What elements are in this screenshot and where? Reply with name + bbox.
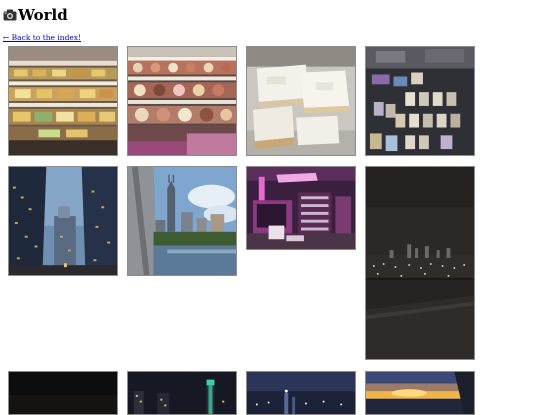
photo-night-window[interactable] [365,166,475,360]
sheet-cake-image [247,47,355,155]
photo-neon-room[interactable] [246,166,356,250]
card-game-image [366,47,474,155]
photo-card-game[interactable] [365,46,475,156]
photo-night-skyline[interactable] [127,371,237,415]
photo-sunset-window[interactable] [365,371,475,415]
skyline-image [128,167,236,275]
photo-nashville-skyline[interactable] [127,166,237,276]
skyscrapers-image [9,167,117,275]
photo-dark-sky[interactable] [8,371,118,415]
camera-icon [3,9,17,21]
night-bridge-image [247,372,355,414]
night-skyline-image [128,372,236,414]
night-window-image [366,167,474,359]
bakery-case-image [9,47,117,155]
dark-sky-image [9,372,117,414]
cake-case-image [128,47,236,155]
photo-bakery-case-1[interactable] [8,46,118,156]
photo-bakery-case-2[interactable] [127,46,237,156]
page-title-text: World [18,6,68,24]
sunset-window-image [366,372,474,414]
neon-room-image [247,167,355,249]
page-title: World [3,5,68,25]
back-to-index-link[interactable]: ← Back to the index! [3,33,81,42]
photo-night-bridge[interactable] [246,371,356,415]
photo-sheet-cake[interactable] [246,46,356,156]
photo-skyscrapers[interactable] [8,166,118,276]
